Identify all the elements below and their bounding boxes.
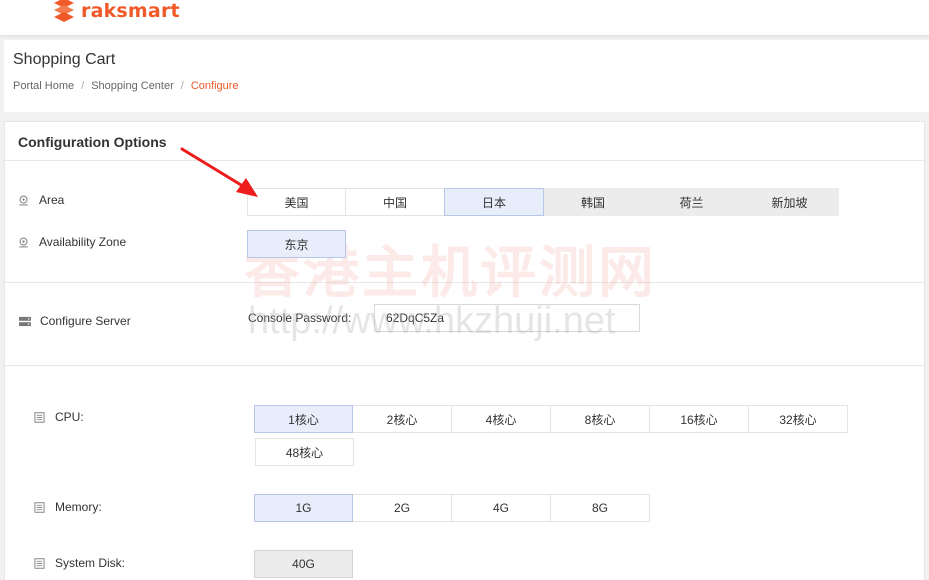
console-password-input[interactable] (374, 304, 640, 332)
console-password-label: Console Password: (248, 311, 352, 325)
zone-option-tokyo[interactable]: 东京 (247, 230, 346, 258)
disk-label: System Disk: (55, 556, 126, 570)
area-option-netherlands[interactable]: 荷兰 (642, 188, 741, 216)
brand-name: raksmart (81, 0, 180, 22)
zone-label: Availability Zone (39, 235, 127, 249)
memory-options: 1G 2G 4G 8G (254, 494, 650, 522)
cpu-options: 1核心 2核心 4核心 8核心 16核心 32核心 48核心 (254, 405, 855, 466)
memory-label-row: Memory: (34, 500, 102, 514)
location-pin-icon (19, 237, 28, 247)
raksmart-logo-icon (54, 0, 74, 22)
divider (5, 160, 924, 161)
area-option-us[interactable]: 美国 (247, 188, 346, 216)
breadcrumb-shopping-center[interactable]: Shopping Center (91, 80, 174, 92)
area-label: Area (39, 193, 65, 207)
area-option-china[interactable]: 中国 (345, 188, 445, 216)
zone-options: 东京 (247, 230, 346, 258)
breadcrumb-separator: / (81, 80, 85, 92)
zone-label-row: Availability Zone (18, 235, 126, 249)
cpu-option-16-core[interactable]: 16核心 (649, 405, 749, 433)
page-header: Shopping Cart Portal Home / Shopping Cen… (4, 40, 929, 112)
server-label: Configure Server (40, 314, 131, 328)
divider (5, 282, 924, 283)
list-icon (34, 501, 45, 513)
breadcrumb-portal-home[interactable]: Portal Home (13, 80, 74, 92)
memory-option-2g[interactable]: 2G (352, 494, 452, 522)
divider (5, 365, 924, 366)
breadcrumb-configure: Configure (190, 80, 239, 92)
disk-label-row: System Disk: (34, 556, 125, 570)
cpu-option-2-core[interactable]: 2核心 (352, 405, 452, 433)
cpu-label-row: CPU: (34, 410, 84, 424)
memory-option-1g[interactable]: 1G (254, 494, 353, 522)
server-label-row: Configure Server (18, 314, 131, 328)
server-icon (19, 316, 31, 326)
cpu-option-8-core[interactable]: 8核心 (550, 405, 650, 433)
breadcrumb-separator: / (180, 80, 184, 92)
cpu-label: CPU: (55, 410, 84, 424)
location-pin-icon (19, 195, 28, 205)
memory-option-8g[interactable]: 8G (550, 494, 650, 522)
memory-label: Memory: (55, 500, 102, 514)
area-options: 美国 中国 日本 韩国 荷兰 新加坡 (247, 188, 839, 216)
memory-option-4g[interactable]: 4G (451, 494, 551, 522)
cpu-option-32-core[interactable]: 32核心 (748, 405, 848, 433)
cpu-option-4-core[interactable]: 4核心 (451, 405, 551, 433)
card-title: Configuration Options (18, 134, 167, 150)
area-label-row: Area (18, 193, 64, 207)
page-title: Shopping Cart (13, 51, 116, 68)
configuration-card: Configuration Options Area 美国 中国 日本 韩国 荷… (4, 121, 925, 580)
cpu-option-48-core[interactable]: 48核心 (255, 438, 354, 466)
area-option-korea[interactable]: 韩国 (543, 188, 643, 216)
disk-options: 40G (254, 550, 353, 578)
list-icon (34, 411, 45, 423)
area-option-singapore[interactable]: 新加坡 (740, 188, 839, 216)
disk-option-40g[interactable]: 40G (254, 550, 353, 578)
area-option-japan[interactable]: 日本 (444, 188, 544, 216)
cpu-option-1-core[interactable]: 1核心 (254, 405, 353, 433)
raksmart-logo[interactable]: raksmart (52, 0, 180, 24)
list-icon (34, 557, 45, 569)
top-bar: raksmart (0, 0, 929, 36)
breadcrumb: Portal Home / Shopping Center / Configur… (13, 80, 239, 92)
